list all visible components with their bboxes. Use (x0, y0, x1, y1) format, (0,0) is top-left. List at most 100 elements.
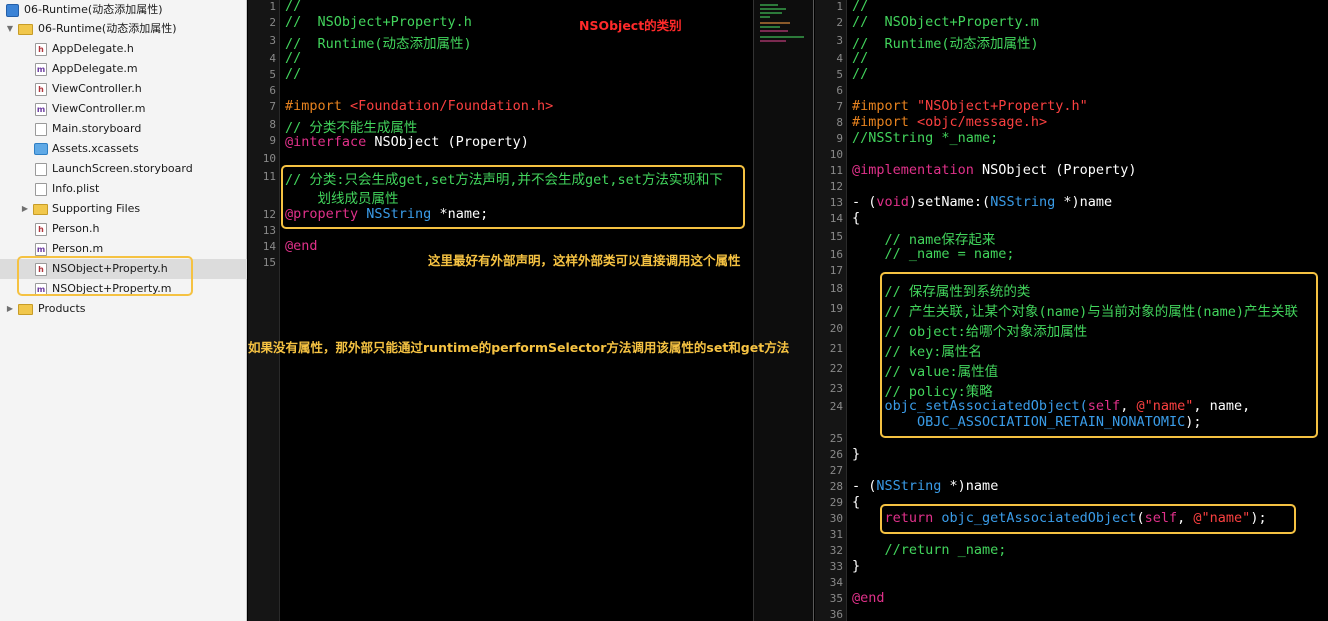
code-line: @end (852, 590, 885, 606)
minimap-line (760, 4, 778, 6)
line-number: 4 (836, 52, 843, 65)
line-number: 34 (829, 576, 843, 589)
line-number: 3 (836, 34, 843, 47)
line-number: 35 (829, 592, 843, 605)
line-number: 10 (829, 148, 843, 161)
code-token: @implementation (852, 162, 974, 178)
code-token: NSObject (Property) (366, 134, 529, 150)
code-token: <objc/message.h> (917, 114, 1048, 130)
nav-file-appdelegate-h[interactable]: h AppDelegate.h (0, 39, 247, 59)
line-number: 24 (829, 400, 843, 413)
nav-group-products[interactable]: ▶ Products (0, 299, 247, 319)
nav-file-main-storyboard[interactable]: Main.storyboard (0, 119, 247, 139)
line-number: 10 (262, 152, 276, 165)
nav-group-supporting-files[interactable]: ▶ Supporting Files (0, 199, 247, 219)
line-number: 19 (829, 302, 843, 315)
highlight-box-associated-object-set (880, 272, 1318, 438)
highlight-box-category-files (17, 256, 193, 296)
minimap-line (760, 26, 780, 28)
nav-item-label: 06-Runtime(动态添加属性) (24, 3, 163, 16)
code-token: #import (852, 114, 918, 130)
code-token: )setName:( (908, 194, 991, 210)
nav-item-label: Main.storyboard (52, 122, 142, 135)
line-number: 27 (829, 464, 843, 477)
disclosure-open-icon[interactable]: ▼ (5, 19, 15, 39)
code-line: #import <Foundation/Foundation.h> (285, 98, 553, 114)
project-navigator: 06-Runtime(动态添加属性) ▼ 06-Runtime(动态添加属性) … (0, 0, 247, 621)
line-number: 5 (269, 68, 276, 81)
code-line: // 分类不能生成属性 (285, 120, 418, 136)
code-line: // (852, 66, 869, 82)
nav-file-info-plist[interactable]: Info.plist (0, 179, 247, 199)
annotation-category-note: NSObject的类别 (579, 18, 682, 33)
editor-header-file[interactable]: 1 2 3 4 5 6 7 8 9 10 11 12 13 14 15 // /… (248, 0, 813, 621)
storyboard-file-icon (35, 123, 47, 136)
nav-item-label: 06-Runtime(动态添加属性) (38, 22, 177, 35)
line-number: 20 (829, 322, 843, 335)
line-number: 12 (829, 180, 843, 193)
line-number: 1 (269, 0, 276, 13)
minimap[interactable] (753, 0, 813, 621)
code-token: NSObject (Property) (973, 162, 1137, 178)
code-line: // (285, 66, 302, 82)
nav-file-viewcontroller-h[interactable]: h ViewController.h (0, 79, 247, 99)
code-line: #import <objc/message.h> (852, 114, 1047, 130)
line-number: 8 (269, 118, 276, 131)
code-line: @interface NSObject (Property) (285, 134, 529, 150)
line-number: 28 (829, 480, 843, 493)
nav-file-assets[interactable]: Assets.xcassets (0, 139, 247, 159)
code-line: // Runtime(动态添加属性) (852, 36, 1039, 52)
editor-implementation-file[interactable]: 1 2 3 4 5 6 7 8 9 10 11 12 13 14 15 16 1… (815, 0, 1328, 621)
plist-file-icon (35, 183, 47, 196)
disclosure-closed-icon[interactable]: ▶ (5, 299, 15, 319)
code-token: <Foundation/Foundation.h> (350, 98, 554, 114)
code-token: *)name (1055, 194, 1113, 210)
code-line: // (285, 50, 302, 66)
nav-file-launchscreen[interactable]: LaunchScreen.storyboard (0, 159, 247, 179)
nav-file-appdelegate-m[interactable]: m AppDelegate.m (0, 59, 247, 79)
implementation-file-icon: m (35, 63, 47, 76)
nav-file-person-h[interactable]: h Person.h (0, 219, 247, 239)
code-line: // (852, 0, 869, 14)
minimap-line (760, 30, 788, 32)
implementation-file-icon: m (35, 103, 47, 116)
line-number: 25 (829, 432, 843, 445)
nav-item-label: ViewController.h (52, 82, 142, 95)
editor-divider[interactable] (813, 0, 814, 621)
line-number: 30 (829, 512, 843, 525)
line-number: 6 (269, 84, 276, 97)
nav-file-viewcontroller-m[interactable]: m ViewController.m (0, 99, 247, 119)
nav-group-runtime[interactable]: ▼ 06-Runtime(动态添加属性) (0, 19, 247, 39)
code-line: - (void)setName:(NSString *)name (852, 194, 1112, 210)
line-number: 11 (829, 164, 843, 177)
nav-project-root[interactable]: 06-Runtime(动态添加属性) (0, 0, 247, 20)
code-line: } (852, 558, 861, 574)
line-number: 17 (829, 264, 843, 277)
nav-item-label: Supporting Files (52, 202, 141, 215)
code-line: //return _name; (852, 542, 1007, 558)
code-line: { (852, 494, 861, 510)
header-file-icon: h (35, 83, 47, 96)
code-line: // name保存起来 (852, 232, 996, 248)
line-number: 9 (269, 134, 276, 147)
code-line: //NSString *_name; (852, 130, 999, 146)
line-number: 6 (836, 84, 843, 97)
annotation-perform-selector: 如果没有属性，那外部只能通过runtime的performSelector方法调… (248, 340, 790, 355)
code-token: - ( (852, 478, 877, 494)
code-line: - (NSString *)name (852, 478, 998, 494)
code-token: #import (285, 98, 351, 114)
code-line: // NSObject+Property.h (285, 14, 472, 30)
assets-catalog-icon (34, 143, 48, 155)
minimap-line (760, 36, 804, 38)
code-line: // (285, 0, 302, 14)
code-token: NSString (990, 194, 1056, 210)
line-number: 32 (829, 544, 843, 557)
disclosure-closed-icon[interactable]: ▶ (20, 199, 30, 219)
highlight-box-associated-object-get (880, 504, 1296, 534)
code-line: // NSObject+Property.m (852, 14, 1039, 30)
header-file-icon: h (35, 43, 47, 56)
line-number: 36 (829, 608, 843, 621)
line-number: 16 (829, 248, 843, 261)
line-number: 15 (829, 230, 843, 243)
line-number: 23 (829, 382, 843, 395)
